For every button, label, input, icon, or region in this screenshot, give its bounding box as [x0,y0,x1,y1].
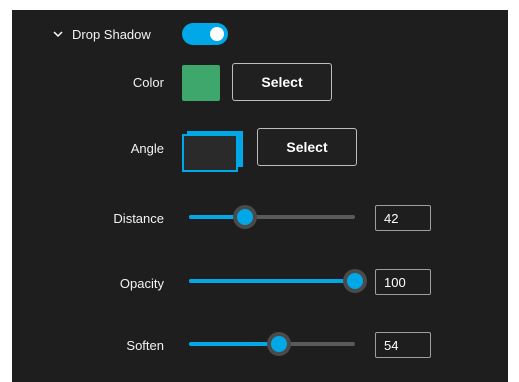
color-swatch[interactable] [182,65,220,101]
slider-thumb[interactable] [266,332,291,356]
soften-input[interactable] [375,332,431,358]
angle-label: Angle [130,141,164,156]
slider-fill [189,279,355,283]
drop-shadow-panel: Drop Shadow Color Select Angle Select Di… [12,10,508,382]
soften-slider[interactable] [189,332,355,356]
slider-fill [189,342,279,346]
color-select-button[interactable]: Select [232,63,332,101]
opacity-input[interactable] [375,269,431,295]
shadow-angle-preview-icon[interactable] [182,128,246,172]
angle-select-button[interactable]: Select [257,128,357,166]
toggle-knob [210,27,224,41]
distance-slider[interactable] [189,205,355,229]
chevron-down-icon [53,31,63,38]
drop-shadow-title: Drop Shadow [72,26,151,42]
color-label: Color [132,75,164,90]
soften-label: Soften [126,338,164,353]
slider-thumb[interactable] [343,269,367,293]
slider-thumb[interactable] [233,205,258,229]
opacity-slider[interactable] [189,269,367,293]
drop-shadow-toggle[interactable] [182,23,228,45]
distance-input[interactable] [375,205,431,231]
distance-label: Distance [113,211,164,226]
opacity-label: Opacity [119,276,164,291]
drop-shadow-header[interactable]: Drop Shadow [52,24,151,44]
